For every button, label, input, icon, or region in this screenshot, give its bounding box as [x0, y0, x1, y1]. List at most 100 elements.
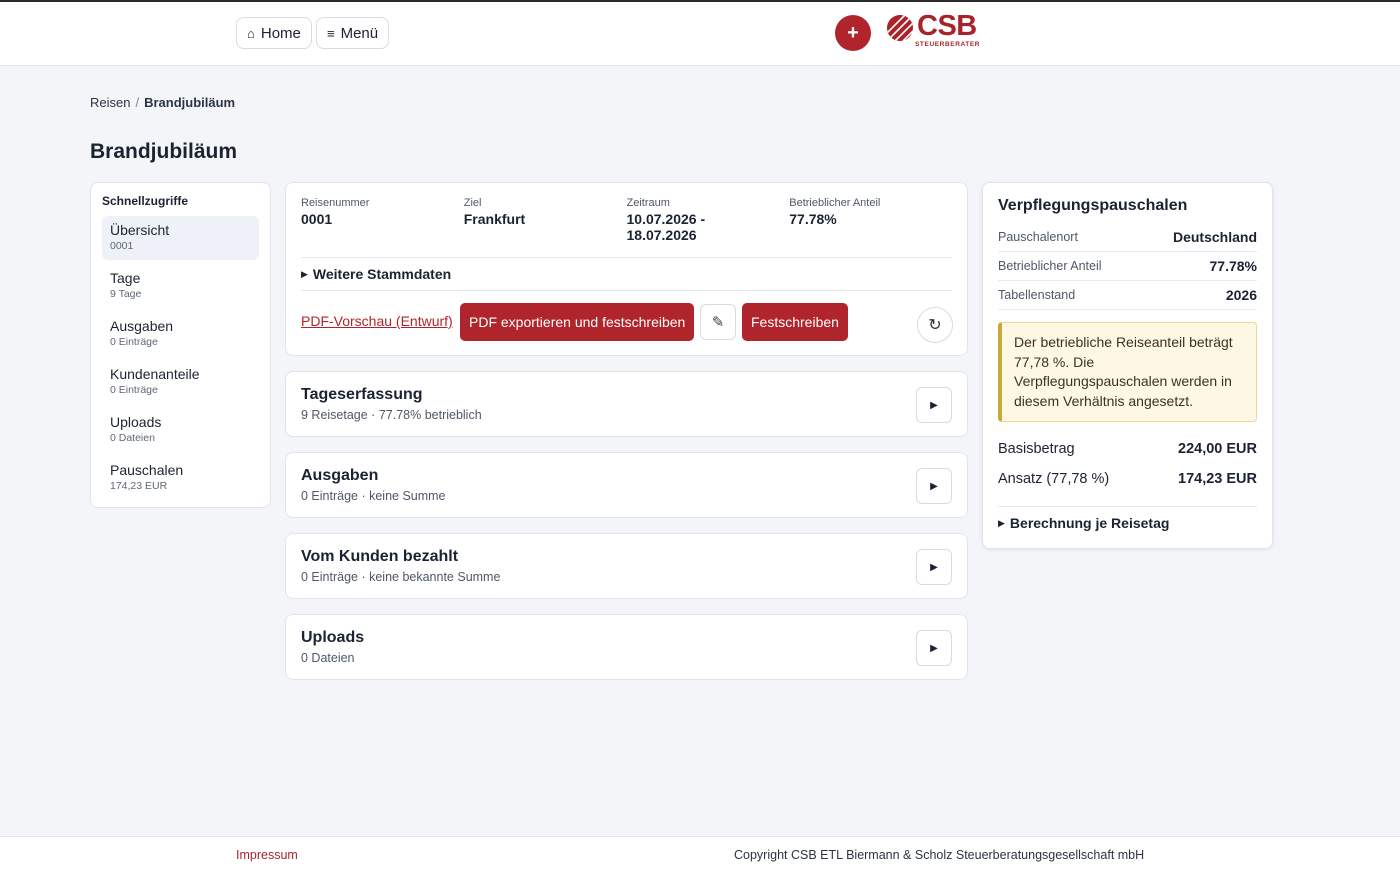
- home-icon: ⌂: [247, 25, 255, 41]
- sidebar-heading: Schnellzugriffe: [102, 194, 189, 208]
- trip-number: Reisenummer 0001: [301, 197, 464, 257]
- rate-amount-row: Ansatz (77,78 %) 174,23 EUR: [998, 464, 1257, 494]
- trip-meta: Reisenummer 0001 Ziel Frankfurt Zeitraum…: [301, 197, 952, 257]
- pencil-icon: ✎: [711, 314, 725, 331]
- sidebar-item-sub: 174,23 EUR: [110, 480, 168, 492]
- sidebar-item-ausgaben[interactable]: Ausgaben 0 Einträge: [102, 312, 259, 356]
- logo-word: CSB: [917, 10, 977, 42]
- meta-key: Zeitraum: [626, 197, 670, 209]
- trip-destination: Ziel Frankfurt: [464, 197, 627, 257]
- sidebar-item-label: Pauschalen: [110, 462, 184, 478]
- row-value: Deutschland: [1172, 229, 1257, 245]
- per-day-calculation-toggle[interactable]: ▶ Berechnung je Reisetag: [998, 506, 1257, 531]
- trip-overview-card: Reisenummer 0001 Ziel Frankfurt Zeitraum…: [285, 182, 968, 356]
- breadcrumb-current: Brandjubiläum: [144, 95, 236, 110]
- page-title: Brandjubiläum: [90, 140, 238, 163]
- meta-value: 77.78%: [789, 211, 837, 227]
- section-vom-kunden-bezahlt[interactable]: Vom Kunden bezahlt 0 Einträge · keine be…: [285, 533, 968, 599]
- breadcrumb-separator: /: [135, 95, 140, 110]
- logo-mark-icon: [887, 15, 913, 41]
- copyright-text: Copyright CSB ETL Biermann & Scholz Steu…: [734, 848, 1145, 862]
- chevron-right-icon: ▶: [930, 480, 938, 492]
- sidebar-item-label: Tage: [110, 270, 141, 286]
- panel-title: Verpflegungspauschalen: [998, 197, 1188, 214]
- sidebar-item-sub: 9 Tage: [110, 288, 142, 300]
- section-tageserfassung[interactable]: Tageserfassung 9 Reisetage · 77.78% betr…: [285, 371, 968, 437]
- sidebar-item-sub: 0 Dateien: [110, 432, 155, 444]
- breadcrumb: Reisen / Brandjubiläum: [90, 95, 235, 110]
- base-amount-label: Basisbetrag: [998, 441, 1075, 457]
- home-button[interactable]: ⌂ Home: [236, 17, 312, 49]
- section-subtitle: 9 Reisetage · 77.78% betrieblich: [301, 408, 482, 422]
- section-title: Vom Kunden bezahlt: [301, 548, 459, 565]
- plus-icon: +: [847, 21, 859, 44]
- panel-row-location: Pauschalenort Deutschland: [998, 223, 1257, 252]
- section-subtitle: 0 Einträge · keine Summe: [301, 489, 446, 503]
- section-title: Uploads: [301, 629, 365, 646]
- caret-right-icon: ▶: [998, 517, 1005, 528]
- sidebar-item-sub: 0 Einträge: [110, 336, 158, 348]
- pdf-export-button[interactable]: PDF exportieren und festschreiben: [460, 303, 695, 341]
- caret-right-icon: ▶: [301, 268, 308, 279]
- home-label: Home: [260, 24, 301, 42]
- chevron-right-icon: ▶: [930, 561, 938, 573]
- expand-button[interactable]: ▶: [916, 549, 952, 585]
- footer: Impressum Copyright CSB ETL Biermann & S…: [0, 836, 1400, 872]
- row-key: Pauschalenort: [998, 230, 1078, 244]
- meta-value: 0001: [301, 211, 333, 227]
- trip-actions: PDF-Vorschau (Entwurf) PDF exportieren u…: [301, 303, 953, 343]
- info-note: Der betriebliche Reiseanteil beträgt 77,…: [998, 322, 1257, 422]
- meta-value: Frankfurt: [463, 211, 526, 227]
- quick-access-sidebar: Schnellzugriffe Übersicht 0001 Tage 9 Ta…: [90, 182, 271, 508]
- edit-button[interactable]: ✎: [700, 304, 736, 340]
- sidebar-item-pauschalen[interactable]: Pauschalen 174,23 EUR: [102, 456, 259, 500]
- chevron-right-icon: ▶: [930, 642, 938, 654]
- sidebar-item-tage[interactable]: Tage 9 Tage: [102, 264, 259, 308]
- row-key: Tabellenstand: [998, 288, 1076, 302]
- more-master-data-label: Weitere Stammdaten: [312, 266, 452, 282]
- sidebar-item-sub: 0 Einträge: [110, 384, 158, 396]
- breadcrumb-root[interactable]: Reisen: [90, 95, 130, 110]
- section-ausgaben[interactable]: Ausgaben 0 Einträge · keine Summe ▶: [285, 452, 968, 518]
- menu-button[interactable]: ≡ Menü: [316, 17, 390, 49]
- sidebar-item-uploads[interactable]: Uploads 0 Dateien: [102, 408, 259, 452]
- base-amount-value: 224,00 EUR: [1178, 441, 1257, 457]
- row-value: 2026: [1225, 287, 1257, 303]
- base-amount-row: Basisbetrag 224,00 EUR: [998, 434, 1257, 464]
- csb-logo[interactable]: CSB STEUERBERATER: [886, 10, 980, 52]
- refresh-button[interactable]: ↻: [917, 307, 953, 343]
- section-subtitle: 0 Dateien: [301, 651, 355, 665]
- sidebar-item-kundenanteile[interactable]: Kundenanteile 0 Einträge: [102, 360, 259, 404]
- section-title: Ausgaben: [301, 467, 379, 484]
- expand-button[interactable]: ▶: [916, 387, 952, 423]
- meta-key: Reisenummer: [301, 197, 370, 209]
- pdf-preview-link[interactable]: PDF-Vorschau (Entwurf): [301, 313, 453, 329]
- sidebar-item-sub: 0001: [110, 240, 134, 252]
- sidebar-item-label: Kundenanteile: [110, 366, 200, 382]
- expand-button[interactable]: ▶: [916, 630, 952, 666]
- add-button[interactable]: +: [835, 15, 871, 51]
- sidebar-item-label: Uploads: [110, 414, 162, 430]
- rate-amount-label: Ansatz (77,78 %): [998, 471, 1110, 487]
- finalize-button[interactable]: Festschreiben: [742, 303, 848, 341]
- meta-key: Ziel: [463, 197, 482, 209]
- section-uploads[interactable]: Uploads 0 Dateien ▶: [285, 614, 968, 680]
- meal-allowance-panel: Verpflegungspauschalen Pauschalenort Deu…: [982, 182, 1273, 549]
- divider: [301, 290, 952, 291]
- sidebar-item-uebersicht[interactable]: Übersicht 0001: [102, 216, 259, 260]
- meta-key: Betrieblicher Anteil: [789, 197, 881, 209]
- per-day-calculation-label: Berechnung je Reisetag: [1009, 515, 1170, 531]
- refresh-icon: ↻: [928, 317, 942, 334]
- menu-label: Menü: [340, 24, 379, 42]
- meta-value: 10.07.2026 - 18.07.2026: [626, 211, 706, 243]
- row-value: 77.78%: [1209, 258, 1257, 274]
- section-title: Tageserfassung: [301, 386, 423, 403]
- impressum-link[interactable]: Impressum: [236, 848, 298, 862]
- more-master-data-toggle[interactable]: ▶ Weitere Stammdaten: [301, 258, 952, 290]
- panel-row-table-version: Tabellenstand 2026: [998, 281, 1257, 310]
- top-bar: ⌂ Home ≡ Menü + CSB STEUERBERATER: [0, 0, 1400, 66]
- sidebar-item-label: Übersicht: [110, 222, 170, 238]
- expand-button[interactable]: ▶: [916, 468, 952, 504]
- trip-business-share: Betrieblicher Anteil 77.78%: [789, 197, 952, 257]
- menu-icon: ≡: [327, 25, 335, 41]
